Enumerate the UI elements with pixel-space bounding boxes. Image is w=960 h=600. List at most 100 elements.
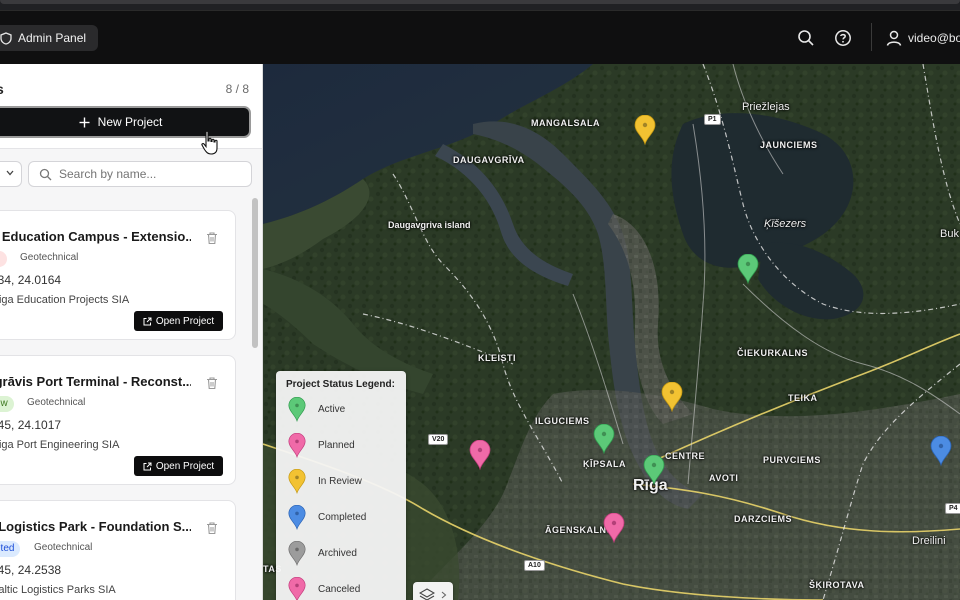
map-label-darzciems: DARZCIEMS <box>734 514 792 524</box>
layers-icon <box>419 588 435 600</box>
trash-icon[interactable] <box>205 376 219 390</box>
map-marker-in-review[interactable] <box>661 382 683 412</box>
open-project-button[interactable]: Open Project <box>134 311 223 331</box>
road-shield-v20: V20 <box>428 434 449 445</box>
legend-label: Completed <box>318 512 367 523</box>
legend-item-planned: Planned <box>288 433 403 459</box>
project-type: Geotechnical <box>27 397 86 408</box>
map-label-priezlejas: Priežlejas <box>742 101 790 113</box>
project-count: 8 / 8 <box>225 82 249 96</box>
map-label-kipsala: ĶĪPSALA <box>583 459 627 469</box>
project-title[interactable]: lgrāvis Port Terminal - Reconst... <box>0 374 191 389</box>
map-label-teika: TEIKA <box>788 393 818 403</box>
map-marker-active[interactable] <box>593 424 615 454</box>
marker-icon <box>288 397 306 422</box>
project-card[interactable]: lgrāvis Port Terminal - Reconst... ew Ge… <box>0 355 236 485</box>
legend-label: Archived <box>318 548 357 559</box>
shield-icon <box>0 31 12 45</box>
help-icon[interactable] <box>834 29 852 47</box>
trash-icon[interactable] <box>205 231 219 245</box>
project-card[interactable]: a Education Campus - Extensio... d Geote… <box>0 210 236 340</box>
map-label-daugavgriva-island: Daugavgriva island <box>388 220 471 230</box>
map-label-buk: Buk <box>940 228 959 240</box>
map-marker-completed[interactable] <box>930 436 952 466</box>
map-marker-active[interactable] <box>737 254 759 284</box>
map-label-kleisti: KLEISTI <box>478 353 517 363</box>
legend-item-in-review: In Review <box>288 469 403 495</box>
map-marker-in-review[interactable] <box>634 115 656 145</box>
road-shield-p1: P1 <box>704 114 721 125</box>
map-label-dreilini: Dreilini <box>912 535 946 547</box>
marker-icon <box>288 577 306 600</box>
status-legend: Project Status Legend: Active Planned In… <box>276 371 406 600</box>
map-marker-planned[interactable] <box>469 440 491 470</box>
browser-address-strip <box>0 0 960 4</box>
top-navigation-bar: Admin Panel video@bo <box>0 11 960 64</box>
marker-icon <box>288 433 306 458</box>
project-title[interactable]: i Logistics Park - Foundation S... <box>0 519 191 534</box>
projects-sidebar: s 8 / 8 New Project a Education Campus -… <box>0 64 263 600</box>
status-badge: ew <box>0 396 14 412</box>
project-map[interactable]: MANGALSALA DAUGAVGRĪVA Daugavgriva islan… <box>263 64 960 600</box>
external-link-icon <box>143 462 152 470</box>
project-organization: Riga Port Engineering SIA <box>0 439 120 451</box>
sidebar-header: s 8 / 8 New Project <box>0 64 262 149</box>
map-label-kisezers: Ķīšezers <box>764 218 807 230</box>
map-marker-planned[interactable] <box>603 513 625 543</box>
project-coordinates: 534, 24.0164 <box>0 273 62 287</box>
sidebar-title: s <box>0 81 4 97</box>
pointer-cursor-icon <box>201 130 218 155</box>
project-card[interactable]: i Logistics Park - Foundation S... eted … <box>0 500 236 600</box>
open-project-label: Open Project <box>155 315 215 327</box>
user-icon[interactable] <box>885 29 903 47</box>
browser-tab-strip <box>0 0 960 11</box>
map-layers-button[interactable] <box>413 582 453 600</box>
map-label-ciekurkalns: ČIEKURKALNS <box>737 348 809 358</box>
project-coordinates: 445, 24.1017 <box>0 418 62 432</box>
map-label-purvciems: PURVCIEMS <box>763 455 821 465</box>
status-badge: eted <box>0 541 21 557</box>
map-label-skirotava: ŠĶIROTAVA <box>809 580 865 590</box>
project-search[interactable] <box>28 161 252 187</box>
legend-label: Planned <box>318 440 355 451</box>
status-filter-dropdown[interactable] <box>0 161 22 187</box>
map-label-avoti: AVOTI <box>709 473 739 483</box>
project-type: Geotechnical <box>34 542 93 553</box>
open-project-label: Open Project <box>155 460 215 472</box>
legend-item-canceled: Canceled <box>288 577 403 600</box>
legend-title: Project Status Legend: <box>286 379 395 390</box>
legend-item-archived: Archived <box>288 541 403 567</box>
map-label-jaunciems: JAUNCIEMS <box>760 140 818 150</box>
map-label-centre: CENTRE <box>665 451 706 461</box>
project-organization: Riga Education Projects SIA <box>0 294 130 306</box>
road-shield-p4: P4 <box>945 503 960 514</box>
marker-icon <box>288 505 306 530</box>
search-icon[interactable] <box>797 29 815 47</box>
project-coordinates: 545, 24.2538 <box>0 563 62 577</box>
search-input[interactable] <box>59 167 239 181</box>
legend-item-active: Active <box>288 397 403 423</box>
plus-icon <box>79 117 90 127</box>
marker-icon <box>288 469 306 494</box>
map-label-daugavgriva: DAUGAVGRĪVA <box>453 155 525 165</box>
sidebar-scrollbar[interactable] <box>251 198 259 600</box>
project-organization: Baltic Logistics Parks SIA <box>0 584 116 596</box>
scrollbar-thumb[interactable] <box>252 198 258 348</box>
status-badge: d <box>0 251 7 267</box>
road-shield-a10: A10 <box>524 560 545 571</box>
legend-label: Active <box>318 404 346 415</box>
map-marker-active[interactable] <box>643 455 665 485</box>
trash-icon[interactable] <box>205 521 219 535</box>
legend-item-completed: Completed <box>288 505 403 531</box>
admin-panel-button[interactable]: Admin Panel <box>0 25 99 51</box>
external-link-icon <box>143 317 152 325</box>
project-title[interactable]: a Education Campus - Extensio... <box>0 229 191 244</box>
user-email[interactable]: video@bo <box>908 31 960 45</box>
map-label-mangalsala: MANGALSALA <box>531 118 600 128</box>
legend-label: Canceled <box>318 584 361 595</box>
search-icon <box>39 168 52 181</box>
admin-panel-label: Admin Panel <box>18 31 87 45</box>
new-project-label: New Project <box>97 115 163 129</box>
legend-label: In Review <box>318 476 362 487</box>
open-project-button[interactable]: Open Project <box>134 456 223 476</box>
